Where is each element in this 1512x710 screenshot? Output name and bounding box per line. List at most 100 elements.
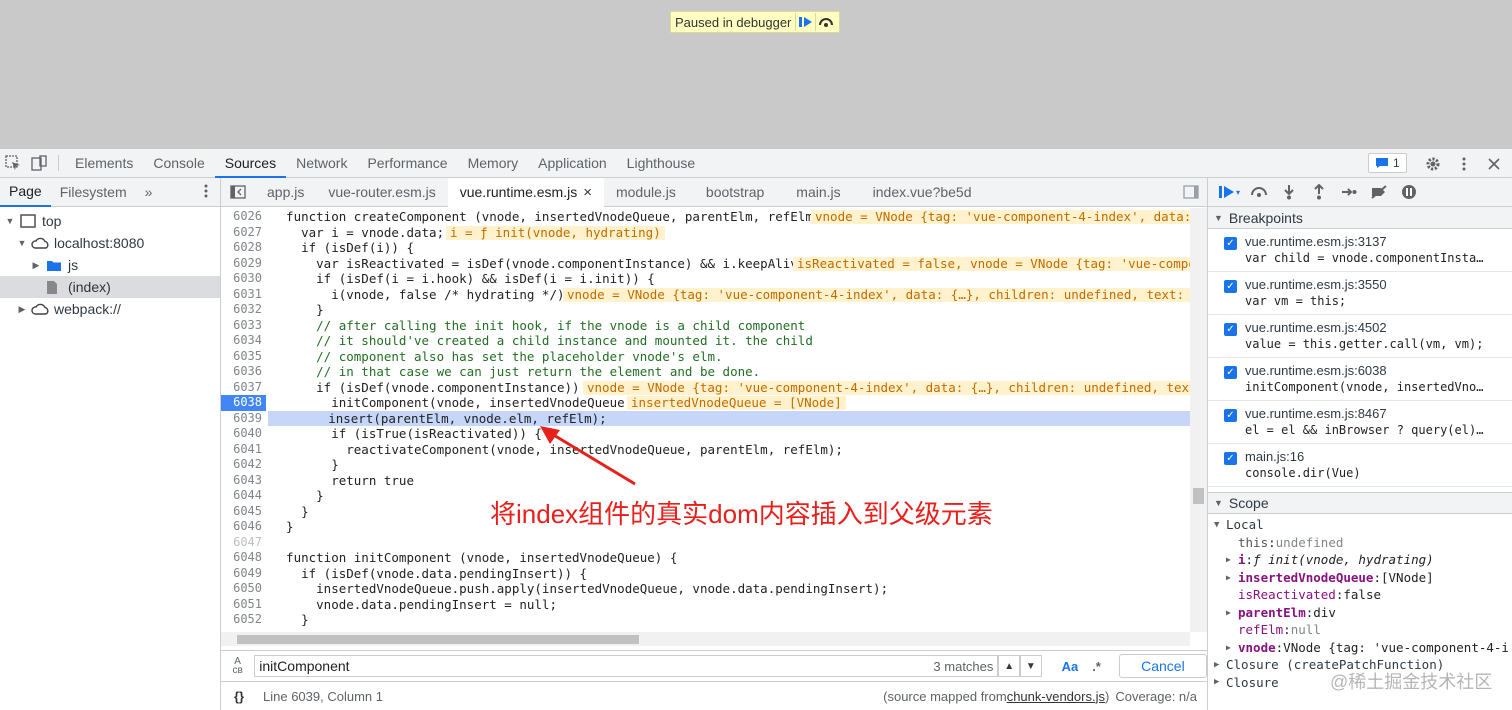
file-tab-index-vue[interactable]: index.vue?be5d: [853, 178, 984, 207]
line-number[interactable]: 6032: [221, 302, 266, 318]
vertical-scrollbar[interactable]: [1190, 208, 1207, 632]
line-number[interactable]: 6052: [221, 612, 266, 628]
line-number[interactable]: 6041: [221, 442, 266, 458]
file-tab-main[interactable]: main.js: [776, 178, 852, 207]
scope-variable[interactable]: isReactivated: false: [1214, 586, 1512, 604]
line-number[interactable]: 6033: [221, 318, 266, 334]
toggle-debugger-icon[interactable]: [1183, 185, 1199, 202]
line-number[interactable]: 6029: [221, 256, 266, 272]
line-number[interactable]: 6035: [221, 349, 266, 365]
checkbox-checked-icon[interactable]: ✓: [1224, 452, 1237, 465]
line-number[interactable]: 6046: [221, 519, 266, 535]
tab-console[interactable]: Console: [143, 149, 214, 178]
pretty-print-icon[interactable]: {}: [221, 689, 257, 704]
resume-icon[interactable]: ▾: [1214, 178, 1244, 207]
tree-item-top[interactable]: ▼ top: [0, 210, 220, 232]
breakpoint-item[interactable]: ✓ vue.runtime.esm.js:6038 initComponent(vn…: [1208, 358, 1512, 401]
tree-item-js[interactable]: ▶ js: [0, 254, 220, 276]
line-number[interactable]: 6044: [221, 488, 266, 504]
checkbox-checked-icon[interactable]: ✓: [1224, 280, 1237, 293]
tab-page[interactable]: Page: [0, 178, 51, 207]
close-icon[interactable]: [1481, 149, 1507, 178]
scroll-thumb[interactable]: [1193, 488, 1204, 504]
tab-performance[interactable]: Performance: [357, 149, 457, 178]
line-number[interactable]: 6027: [221, 225, 266, 241]
line-number[interactable]: 6049: [221, 566, 266, 582]
line-number[interactable]: 6026: [221, 209, 266, 225]
scope-variable[interactable]: ▶ i: ƒ init(vnode, hydrating): [1214, 551, 1512, 569]
match-case-button[interactable]: Aa: [1062, 659, 1079, 674]
tab-application[interactable]: Application: [528, 149, 617, 178]
horizontal-scrollbar[interactable]: [221, 632, 1190, 646]
line-number[interactable]: 6051: [221, 597, 266, 613]
line-number[interactable]: 6043: [221, 473, 266, 489]
breakpoint-item[interactable]: ✓ vue.runtime.esm.js:3550 var vm = this;: [1208, 272, 1512, 315]
scope-variable[interactable]: refElm: null: [1214, 621, 1512, 639]
deactivate-breakpoints-icon[interactable]: [1364, 178, 1394, 207]
line-number[interactable]: 6040: [221, 426, 266, 442]
breakpoint-item[interactable]: ✓ main.js:16 console.dir(Vue): [1208, 444, 1512, 487]
breakpoint-item[interactable]: ✓ vue.runtime.esm.js:4502 value = this.get…: [1208, 315, 1512, 358]
toggle-navigator-icon[interactable]: [221, 185, 255, 199]
prev-match-button[interactable]: ▲: [998, 655, 1020, 677]
next-match-button[interactable]: ▼: [1019, 655, 1042, 677]
pause-on-exceptions-icon[interactable]: [1394, 178, 1424, 207]
search-input[interactable]: initComponent 3 matches: [254, 655, 999, 677]
line-number[interactable]: 6031: [221, 287, 266, 303]
line-number[interactable]: 6037: [221, 380, 266, 396]
step-icon[interactable]: [1334, 178, 1364, 207]
resume-icon[interactable]: [795, 13, 815, 31]
file-tab-app[interactable]: app.js: [255, 178, 316, 207]
step-over-icon[interactable]: [815, 13, 835, 31]
code-area[interactable]: 6026 function createComponent (vnode, in…: [221, 208, 1190, 632]
line-number[interactable]: 6038: [221, 395, 266, 411]
scope-variable[interactable]: ▶ parentElm: div: [1214, 604, 1512, 622]
checkbox-checked-icon[interactable]: ✓: [1224, 323, 1237, 336]
tab-filesystem[interactable]: Filesystem: [51, 179, 136, 206]
line-number[interactable]: 6047: [221, 535, 266, 551]
replace-toggle-icon[interactable]: Aᴄʙ: [221, 657, 254, 676]
line-number[interactable]: 6039: [221, 411, 266, 427]
line-number[interactable]: 6036: [221, 364, 266, 380]
checkbox-checked-icon[interactable]: ✓: [1224, 409, 1237, 422]
scope-variable[interactable]: this: undefined: [1214, 534, 1512, 552]
scope-variable[interactable]: ▶ insertedVnodeQueue: [VNode]: [1214, 569, 1512, 587]
tab-elements[interactable]: Elements: [65, 149, 143, 178]
more-options-icon[interactable]: [1451, 149, 1477, 178]
tree-item-index[interactable]: (index): [0, 276, 220, 298]
step-into-icon[interactable]: [1274, 178, 1304, 207]
scope-local[interactable]: ▼ Local: [1214, 516, 1512, 534]
tab-sources[interactable]: Sources: [214, 149, 287, 178]
file-tab-bootstrap[interactable]: bootstrap: [688, 178, 776, 207]
source-map-link[interactable]: chunk-vendors.js: [1007, 689, 1105, 704]
breakpoint-item[interactable]: ✓ vue.runtime.esm.js:8467 el = el && inBro…: [1208, 401, 1512, 444]
step-out-icon[interactable]: [1304, 178, 1334, 207]
navigator-menu-icon[interactable]: [204, 184, 208, 201]
line-number[interactable]: 6045: [221, 504, 266, 520]
line-number[interactable]: 6034: [221, 333, 266, 349]
file-tab-module[interactable]: module.js: [604, 178, 688, 207]
scope-header[interactable]: ▼ Scope: [1208, 492, 1512, 514]
issues-button[interactable]: 1: [1368, 153, 1407, 173]
tab-network[interactable]: Network: [286, 149, 357, 178]
regex-button[interactable]: .*: [1092, 659, 1101, 674]
checkbox-checked-icon[interactable]: ✓: [1224, 366, 1237, 379]
scroll-thumb[interactable]: [237, 635, 639, 644]
close-tab-icon[interactable]: ×: [583, 178, 592, 207]
line-number[interactable]: 6042: [221, 457, 266, 473]
file-tab-vue-runtime[interactable]: vue.runtime.esm.js ×: [447, 177, 604, 207]
step-over-icon[interactable]: [1244, 178, 1274, 207]
cancel-button[interactable]: Cancel: [1118, 654, 1207, 678]
line-number[interactable]: 6028: [221, 240, 266, 256]
file-tab-vue-router[interactable]: vue-router.esm.js: [316, 178, 447, 207]
line-number[interactable]: 6050: [221, 581, 266, 597]
line-number[interactable]: 6048: [221, 550, 266, 566]
breakpoint-item[interactable]: ✓ vue.runtime.esm.js:3137 var child = vnod…: [1208, 229, 1512, 272]
inspect-element-icon[interactable]: [0, 149, 26, 178]
tree-item-webpack[interactable]: ▶ webpack://: [0, 298, 220, 320]
device-toolbar-icon[interactable]: [26, 149, 52, 178]
tab-memory[interactable]: Memory: [458, 149, 529, 178]
settings-gear-icon[interactable]: [1420, 149, 1446, 178]
breakpoints-header[interactable]: ▼ Breakpoints: [1208, 207, 1512, 229]
more-tabs-button[interactable]: »: [136, 179, 162, 206]
